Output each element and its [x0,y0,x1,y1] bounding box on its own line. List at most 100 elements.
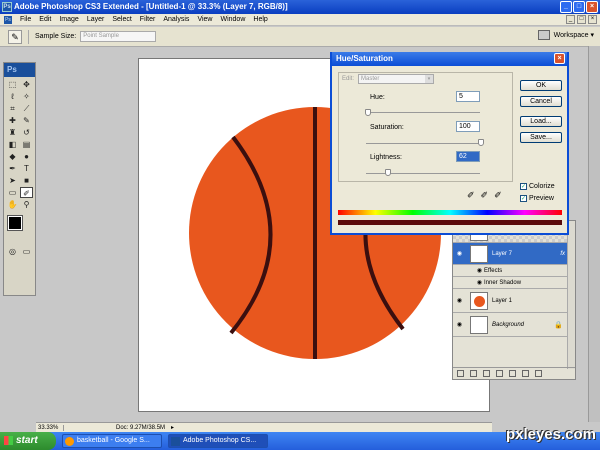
hue-field[interactable]: 5 [456,91,480,102]
magic-wand-tool-icon[interactable]: ✧ [20,91,33,102]
eyedropper-plus-icon[interactable]: ✐ [481,190,489,201]
history-brush-tool-icon[interactable]: ↺ [20,127,33,138]
inner-shadow-row[interactable]: ◉ Inner Shadow [453,277,575,289]
healing-brush-tool-icon[interactable]: ✚ [6,115,19,126]
workspace-switcher[interactable]: Workspace ▾ [537,30,594,40]
visibility-eye-icon[interactable]: ◉ [455,250,464,257]
brush-tool-icon[interactable]: ✎ [20,115,33,126]
lightness-field[interactable]: 62 [456,151,480,162]
minimize-button[interactable]: _ [560,1,572,13]
preview-label: Preview [529,195,554,202]
visibility-eye-icon[interactable]: ◉ [455,297,464,304]
menu-help[interactable]: Help [253,16,267,23]
clone-stamp-tool-icon[interactable]: ♜ [6,127,19,138]
preview-checkbox[interactable]: ✓ Preview [520,195,554,202]
document-window-controls: _ □ × [566,15,597,24]
lightness-slider-thumb[interactable] [385,169,391,176]
menu-file[interactable]: File [20,16,31,23]
layers-scrollbar[interactable] [567,221,575,369]
layer-row-layer-1[interactable]: ◉ Layer 1 [453,289,575,313]
zoom-tool-icon[interactable]: ⚲ [20,199,33,210]
menu-window[interactable]: Window [220,16,245,23]
eyedropper-minus-icon[interactable]: ✐ [494,190,502,201]
quick-mask-icon[interactable]: ◎ [6,246,19,257]
visibility-eye-icon[interactable]: ◉ [455,321,464,328]
status-menu-arrow-icon[interactable]: ▸ [171,424,174,431]
menu-layer[interactable]: Layer [87,16,105,23]
eyedropper-tool-icon[interactable]: ✐ [20,187,33,198]
pen-tool-icon[interactable]: ✒ [6,163,19,174]
workspace-button[interactable]: Workspace ▾ [554,31,594,39]
load-button[interactable]: Load... [520,116,562,127]
slice-tool-icon[interactable]: ⟋ [20,103,33,114]
close-button[interactable]: × [586,1,598,13]
layer-effects-icon[interactable]: fx [560,251,565,257]
lightness-slider-track[interactable] [366,173,480,174]
screen-mode-icon[interactable]: ▭ [20,246,33,257]
hand-tool-icon[interactable]: ✋ [6,199,19,210]
lasso-tool-icon[interactable]: ℓ [6,91,19,102]
start-button[interactable]: start [0,432,56,450]
hue-slider-thumb[interactable] [365,109,371,116]
eyedropper-icon[interactable]: ✐ [467,190,475,201]
saturation-slider-thumb[interactable] [478,139,484,146]
layer-row-background[interactable]: ◉ Background 🔒 [453,313,575,337]
inner-shadow-eye-icon[interactable]: ◉ [475,279,484,286]
sample-size-select[interactable]: Point Sample [80,31,157,42]
new-group-icon[interactable] [509,370,516,377]
preview-check-icon[interactable]: ✓ [520,195,527,202]
menu-image[interactable]: Image [59,16,78,23]
colorize-label: Colorize [529,183,555,190]
sample-size-label: Sample Size: [35,33,77,40]
notes-tool-icon[interactable]: ▭ [6,187,19,198]
gradient-tool-icon[interactable]: ▤ [20,139,33,150]
saturation-slider-track[interactable] [366,143,480,144]
layer-row-layer-7[interactable]: ◉ Layer 7 fx [453,243,575,265]
toolbox: Ps ⬚ ✥ ℓ ✧ ⌗ ⟋ ✚ ✎ ♜ ↺ ◧ ▤ ◆ ● ✒ T ➤ ■ ▭… [3,62,36,296]
tool-grid: ⬚ ✥ ℓ ✧ ⌗ ⟋ ✚ ✎ ♜ ↺ ◧ ▤ ◆ ● ✒ T ➤ ■ ▭ ✐ … [4,77,35,212]
shape-tool-icon[interactable]: ■ [20,175,33,186]
menu-select[interactable]: Select [112,16,131,23]
add-style-icon[interactable] [470,370,477,377]
menu-edit[interactable]: Edit [39,16,51,23]
type-tool-icon[interactable]: T [20,163,33,174]
menu-filter[interactable]: Filter [140,16,156,23]
hue-slider-track[interactable] [366,112,480,113]
ps-menu-icon[interactable]: Ps [4,15,12,24]
doc-restore-button[interactable]: □ [577,15,586,24]
delete-layer-icon[interactable] [535,370,542,377]
palette-well-icon[interactable] [537,30,550,40]
maximize-button[interactable]: □ [573,1,585,13]
link-layers-icon[interactable] [457,370,464,377]
move-tool-icon[interactable]: ✥ [20,79,33,90]
eraser-tool-icon[interactable]: ◧ [6,139,19,150]
menu-view[interactable]: View [197,16,212,23]
add-mask-icon[interactable] [483,370,490,377]
adjustment-layer-icon[interactable] [496,370,503,377]
save-button[interactable]: Save... [520,132,562,143]
zoom-level[interactable]: 33.33% [36,424,64,431]
dodge-tool-icon[interactable]: ● [20,151,33,162]
blur-tool-icon[interactable]: ◆ [6,151,19,162]
ok-button[interactable]: OK [520,80,562,91]
taskbar-item-browser[interactable]: basketball - Google S... [62,434,162,448]
effects-eye-icon[interactable]: ◉ [475,267,484,274]
eyedropper-tool-preset-icon[interactable]: ✎ [8,29,22,44]
crop-tool-icon[interactable]: ⌗ [6,103,19,114]
colorize-check-icon[interactable]: ✓ [520,183,527,190]
menu-analysis[interactable]: Analysis [163,16,189,23]
doc-close-button[interactable]: × [588,15,597,24]
dialog-close-button[interactable]: × [554,53,565,64]
edit-range-select[interactable]: Master ▾ [358,74,435,84]
foreground-color-swatch[interactable] [7,215,23,231]
saturation-field[interactable]: 100 [456,121,480,132]
taskbar-item-photoshop[interactable]: Adobe Photoshop CS... [168,434,268,448]
new-layer-icon[interactable] [522,370,529,377]
colorize-checkbox[interactable]: ✓ Colorize [520,183,555,190]
cancel-button[interactable]: Cancel [520,96,562,107]
path-selection-tool-icon[interactable]: ➤ [6,175,19,186]
window-controls: _ □ × [560,1,598,13]
layer-effects-row[interactable]: ◉ Effects [453,265,575,277]
marquee-tool-icon[interactable]: ⬚ [6,79,19,90]
doc-minimize-button[interactable]: _ [566,15,575,24]
